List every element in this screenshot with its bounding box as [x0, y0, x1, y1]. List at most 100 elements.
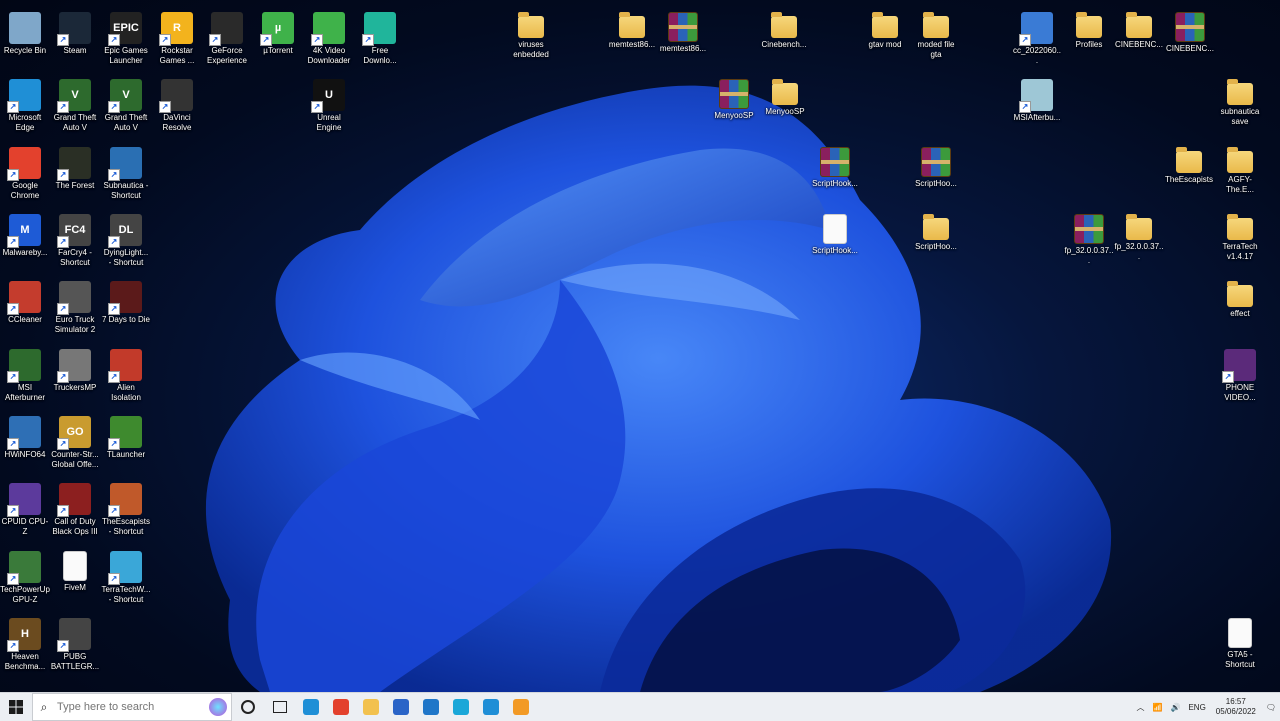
desktop-icon[interactable]: VGrand Theft Auto V — [50, 73, 100, 132]
desktop-icon[interactable]: Euro Truck Simulator 2 — [50, 275, 100, 334]
desktop-icon-label: Rockstar Games ... — [159, 46, 195, 65]
desktop-icon[interactable]: TheEscapists — [1164, 141, 1214, 185]
show-hidden-icons-icon[interactable]: ︿ — [1133, 702, 1149, 713]
desktop-icon[interactable]: Microsoft Edge — [0, 73, 50, 132]
desktop-icon[interactable]: Google Chrome — [0, 141, 50, 200]
taskbar-app-app-blue[interactable] — [476, 693, 506, 721]
desktop-icon[interactable]: Profiles — [1064, 6, 1114, 50]
desktop-icon[interactable]: Free Downlo... — [355, 6, 405, 65]
folder-icon — [772, 79, 798, 105]
desktop-icon[interactable]: MSIAfterbu... — [1012, 73, 1062, 123]
desktop-icon[interactable]: HWiNFO64 — [0, 410, 50, 460]
desktop-icon[interactable]: CCleaner — [0, 275, 50, 325]
taskbar-app-app-orange[interactable] — [506, 693, 536, 721]
msi-afterburner-icon — [7, 349, 41, 383]
desktop-icon[interactable]: ScriptHoo... — [911, 141, 961, 189]
desktop-icon[interactable]: Alien Isolation — [101, 343, 151, 402]
desktop-icon[interactable]: MenyooSP — [760, 73, 810, 117]
folder-icon — [923, 214, 949, 240]
folder-icon — [619, 12, 645, 38]
desktop-icon[interactable]: µµTorrent — [253, 6, 303, 56]
notifications-icon[interactable]: 🗨 — [1262, 703, 1280, 712]
desktop-icon[interactable]: CINEBENC... — [1165, 6, 1215, 54]
desktop-icon[interactable]: TerraTech v1.4.17 — [1215, 208, 1265, 261]
subnautica-icon — [108, 147, 142, 181]
search-input[interactable] — [55, 700, 209, 714]
desktop-icon[interactable]: Steam — [50, 6, 100, 56]
desktop-icon[interactable]: viruses enbedded — [506, 6, 556, 59]
desktop-icon[interactable]: FiveM — [50, 545, 100, 593]
taskbar-app-store[interactable] — [386, 693, 416, 721]
desktop-icon[interactable]: Cinebench... — [759, 6, 809, 50]
desktop-icon[interactable]: DLDyingLight... - Shortcut — [101, 208, 151, 267]
desktop-icon[interactable]: subnautica save — [1215, 73, 1265, 126]
desktop-icon[interactable]: gtav mod — [860, 6, 910, 50]
desktop-icon[interactable]: fp_32.0.0.37... — [1064, 208, 1114, 265]
desktop-icon[interactable]: 7 Days to Die — [101, 275, 151, 325]
ccleaner-icon — [7, 281, 41, 315]
desktop-icon[interactable]: GTA5 - Shortcut — [1215, 612, 1265, 669]
start-button[interactable] — [0, 693, 32, 721]
task-view-button[interactable] — [264, 693, 296, 721]
rar-archive-icon — [1175, 12, 1205, 42]
desktop-icon[interactable]: HHeaven Benchma... — [0, 612, 50, 671]
desktop-icon[interactable]: effect — [1215, 275, 1265, 319]
desktop-icon-label: 7 Days to Die — [101, 315, 151, 324]
language-indicator[interactable]: ENG — [1184, 703, 1209, 712]
taskbar-app-file-explorer[interactable] — [356, 693, 386, 721]
desktop-icon[interactable]: memtest86... — [607, 6, 657, 50]
desktop-icon[interactable]: AGFY-The.E... — [1215, 141, 1265, 194]
desktop-icon[interactable]: VGrand Theft Auto V — [101, 73, 151, 132]
desktop-icon[interactable]: TechPowerUp GPU-Z — [0, 545, 50, 604]
network-icon[interactable]: 📶 — [1149, 703, 1167, 712]
taskbar: ⌕ ︿ 📶 🔊 ENG 16:57 05/06/2022 🗨 — [0, 692, 1280, 721]
desktop-icon[interactable]: UUnreal Engine — [304, 73, 354, 132]
desktop-icon[interactable]: Recycle Bin — [0, 6, 50, 56]
taskbar-app-edge[interactable] — [296, 693, 326, 721]
desktop-icon[interactable]: TheEscapists - Shortcut — [101, 477, 151, 536]
desktop-icon[interactable]: PHONE VIDEO... — [1215, 343, 1265, 402]
desktop-icon[interactable]: moded file gta — [911, 6, 961, 59]
desktop-icon[interactable]: RRockstar Games ... — [152, 6, 202, 65]
desktop-icon[interactable]: EPICEpic Games Launcher — [101, 6, 151, 65]
desktop-icon[interactable]: ScriptHoo... — [911, 208, 961, 252]
desktop-icon[interactable]: MMalwareby... — [0, 208, 50, 258]
taskbar-app-app-l[interactable] — [446, 693, 476, 721]
desktop-icon[interactable]: Subnautica - Shortcut — [101, 141, 151, 200]
taskbar-search-box[interactable]: ⌕ — [32, 693, 232, 721]
desktop-icon[interactable]: GOCounter-Str... Global Offe... — [50, 410, 100, 469]
desktop-icon[interactable]: CPUID CPU-Z — [0, 477, 50, 536]
desktop-icon[interactable]: MSI Afterburner — [0, 343, 50, 402]
desktop-icon[interactable]: CINEBENC... — [1114, 6, 1164, 50]
desktop-icon-label: fp_32.0.0.37... — [1064, 246, 1114, 265]
tlauncher-icon — [108, 416, 142, 450]
farcry4-icon: FC4 — [57, 214, 91, 248]
desktop-icon[interactable]: fp_32.0.0.37... — [1114, 208, 1164, 261]
desktop-icon[interactable]: The Forest — [50, 141, 100, 191]
desktop-icon[interactable]: FC4FarCry4 - Shortcut — [50, 208, 100, 267]
desktop-icon[interactable]: MenyooSP — [709, 73, 759, 121]
terratech-icon — [108, 551, 142, 585]
desktop-icon[interactable]: memtest86... — [658, 6, 708, 54]
desktop-icon[interactable]: GeForce Experience — [202, 6, 252, 65]
clock[interactable]: 16:57 05/06/2022 — [1210, 697, 1262, 717]
desktop-icon[interactable]: ScriptHook... — [810, 208, 860, 256]
desktop-icon[interactable]: cc_2022060... — [1012, 6, 1062, 65]
alien-isolation-icon — [108, 349, 142, 383]
desktop-icon[interactable]: DaVinci Resolve — [152, 73, 202, 132]
taskbar-app-chrome[interactable] — [326, 693, 356, 721]
desktop-icon[interactable]: Call of Duty Black Ops III — [50, 477, 100, 536]
davinci-icon — [159, 79, 193, 113]
desktop-icon[interactable]: TLauncher — [101, 410, 151, 460]
desktop-icon[interactable]: 4K Video Downloader — [304, 6, 354, 65]
edge-icon — [7, 79, 41, 113]
cortana-button[interactable] — [232, 693, 264, 721]
desktop-icon[interactable]: TerraTechW... - Shortcut — [101, 545, 151, 604]
desktop-icon[interactable]: PUBG BATTLEGR... — [50, 612, 100, 671]
volume-icon[interactable]: 🔊 — [1166, 703, 1184, 712]
taskbar-app-mail[interactable] — [416, 693, 446, 721]
desktop-icon-label: CCleaner — [8, 315, 42, 324]
desktop-icon[interactable]: ScriptHook... — [810, 141, 860, 189]
desktop-icon-label: Euro Truck Simulator 2 — [54, 315, 96, 334]
desktop-icon[interactable]: TruckersMP — [50, 343, 100, 393]
